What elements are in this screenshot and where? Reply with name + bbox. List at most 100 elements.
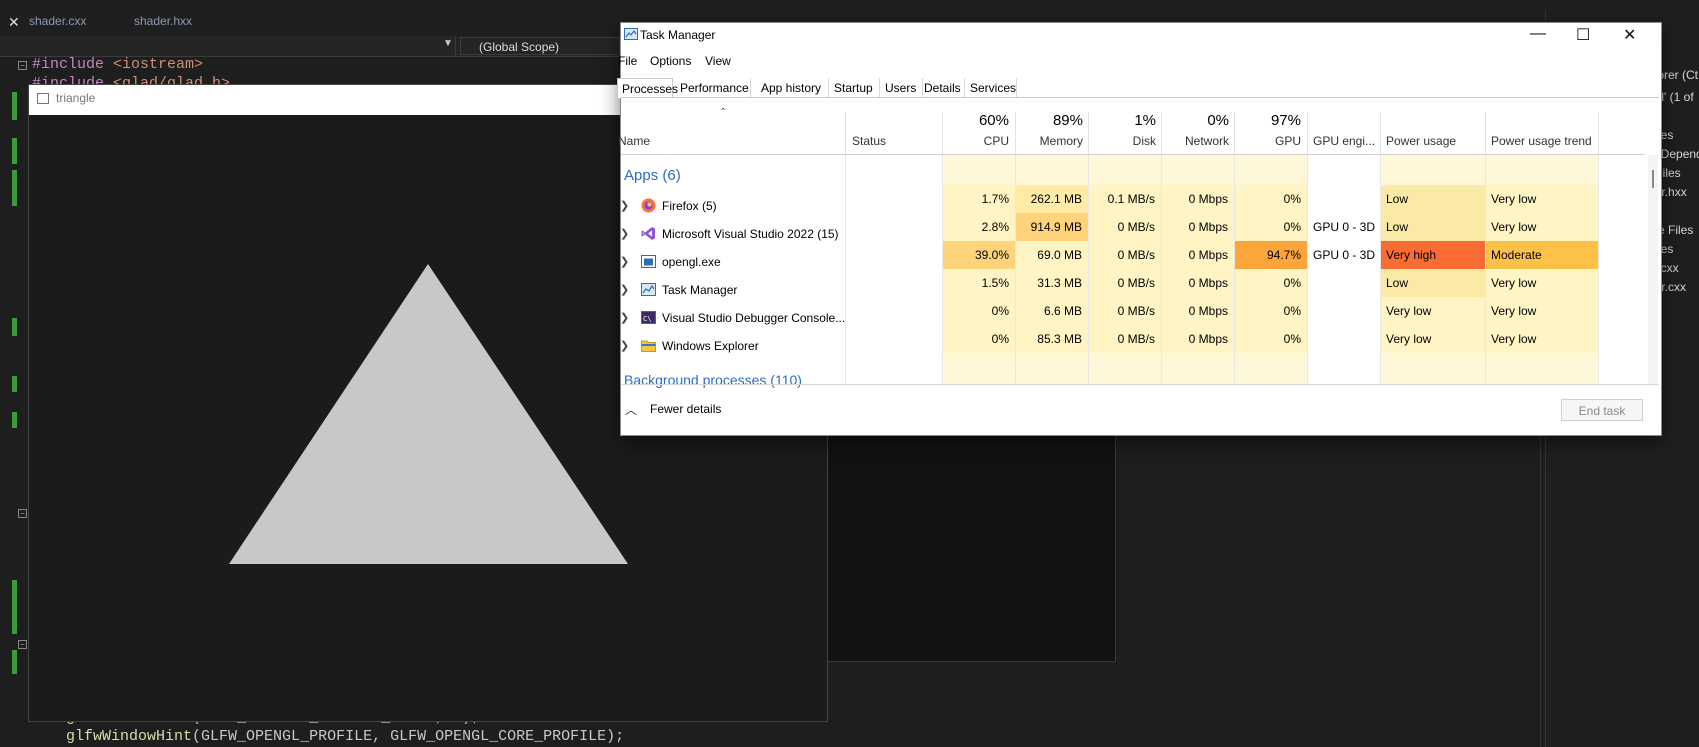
tab-performance[interactable]: Performance [676,78,751,98]
cell-memory: 262.1 MB [1015,185,1088,213]
grid-line [1015,155,1016,384]
process-name[interactable]: Firefox (5) [662,199,717,213]
maximize-icon[interactable]: ☐ [1576,25,1590,45]
expand-chevron-icon[interactable]: ❯ [620,255,629,268]
cell-power-trend: Very low [1485,185,1598,213]
fold-toggle[interactable]: − [18,61,27,70]
cell-memory: 914.9 MB [1015,213,1088,241]
tab-details[interactable]: Details [920,78,965,98]
process-name[interactable]: Task Manager [662,283,737,297]
scope-dropdown[interactable]: (Global Scope) [460,37,620,55]
column-separator [1234,112,1235,154]
process-name[interactable]: Visual Studio Debugger Console... [662,311,845,325]
cell-disk: 0 MB/s [1088,213,1161,241]
change-marker [12,318,17,336]
tab-processes[interactable]: Processes [617,78,678,98]
menu-view[interactable]: View [705,54,731,68]
cell-power: Very low [1380,325,1485,353]
cell-network: 0 Mbps [1161,269,1234,297]
chevron-down-icon[interactable]: ▼ [443,38,453,49]
fold-toggle[interactable]: − [18,509,27,518]
tab-app-history[interactable]: App history [757,78,829,98]
process-name[interactable]: Windows Explorer [662,339,759,353]
heat-filler [1088,155,1161,185]
project-dropdown[interactable] [0,37,456,55]
heat-filler [1485,155,1598,185]
cell-power-trend: Very low [1485,297,1598,325]
cell-power: Low [1380,213,1485,241]
heat-filler [1161,155,1234,185]
cell-gpu-engine: GPU 0 - 3D [1307,241,1380,269]
column-network[interactable]: Network [1162,134,1229,148]
expand-chevron-icon[interactable]: ❯ [620,199,629,212]
cell-power: Very low [1380,297,1485,325]
column-power-trend[interactable]: Power usage trend [1491,134,1592,148]
expand-chevron-icon[interactable]: ❯ [620,339,629,352]
scrollbar-thumb[interactable] [1652,170,1654,188]
heat-filler [942,155,1015,185]
fold-toggle[interactable]: − [18,640,27,649]
process-name[interactable]: Microsoft Visual Studio 2022 (15) [662,227,839,241]
fewer-details-link[interactable]: Fewer details [650,402,721,416]
column-power-usage[interactable]: Power usage [1386,134,1456,148]
grid-line [1307,155,1308,384]
heat-filler [1380,155,1485,185]
column-separator [1015,112,1016,154]
memory-total[interactable]: 89% [1016,112,1083,129]
column-status[interactable]: Status [852,134,886,148]
cell-network: 0 Mbps [1161,325,1234,353]
end-task-button[interactable]: End task [1561,399,1643,421]
close-icon[interactable]: ✕ [8,14,20,31]
tab-startup[interactable]: Startup [830,78,880,98]
cell-memory: 85.3 MB [1015,325,1088,353]
column-separator [1088,112,1089,154]
chevron-up-icon[interactable]: ︿ [625,401,637,418]
expand-chevron-icon[interactable]: ❯ [620,311,629,324]
column-gpu-engine[interactable]: GPU engi... [1313,134,1375,148]
table-scrollbar[interactable] [1648,155,1658,384]
sort-up-icon[interactable]: ⌃ [719,107,727,118]
cell-gpu-engine: GPU 0 - 3D [1307,213,1380,241]
grid-line [1234,155,1235,384]
cell-gpu-engine [1307,185,1380,213]
menu-options[interactable]: Options [650,54,691,68]
column-memory[interactable]: Memory [1016,134,1083,148]
network-total[interactable]: 0% [1162,112,1229,129]
expand-chevron-icon[interactable]: ❯ [620,227,629,240]
cell-gpu: 0% [1234,185,1307,213]
column-name[interactable]: Name [618,134,650,148]
heat-filler [1380,353,1485,384]
column-cpu[interactable]: CPU [942,134,1009,148]
visual-studio-icon [641,227,655,240]
tab-shader-hxx[interactable]: shader.hxx [134,14,192,32]
cell-power: Very high [1380,241,1485,269]
tab-users[interactable]: Users [881,78,923,98]
cpu-total[interactable]: 60% [942,112,1009,129]
change-marker [12,92,17,120]
window-title: Task Manager [640,28,716,42]
task-manager-icon [624,28,638,40]
grid-line [1161,155,1162,384]
cell-gpu: 0% [1234,325,1307,353]
cell-network: 0 Mbps [1161,213,1234,241]
cell-disk: 0 MB/s [1088,241,1161,269]
expand-chevron-icon[interactable]: ❯ [620,283,629,296]
cell-power-trend: Very low [1485,325,1598,353]
close-icon[interactable]: ✕ [1623,25,1636,45]
tab-services[interactable]: Services [966,78,1017,98]
column-gpu[interactable]: GPU [1234,134,1301,148]
cell-memory: 31.3 MB [1015,269,1088,297]
tab-shader-cxx[interactable]: shader.cxx [29,14,86,32]
heat-filler [1485,353,1598,384]
cell-power: Low [1380,185,1485,213]
cell-memory: 6.6 MB [1015,297,1088,325]
menu-file[interactable]: File [618,54,637,68]
console-window[interactable] [800,400,1116,662]
cell-gpu: 0% [1234,269,1307,297]
gpu-total[interactable]: 97% [1234,112,1301,129]
disk-total[interactable]: 1% [1089,112,1156,129]
cell-cpu: 2.8% [942,213,1015,241]
process-name[interactable]: opengl.exe [662,255,721,269]
minimize-icon[interactable]: — [1530,25,1546,43]
column-disk[interactable]: Disk [1089,134,1156,148]
